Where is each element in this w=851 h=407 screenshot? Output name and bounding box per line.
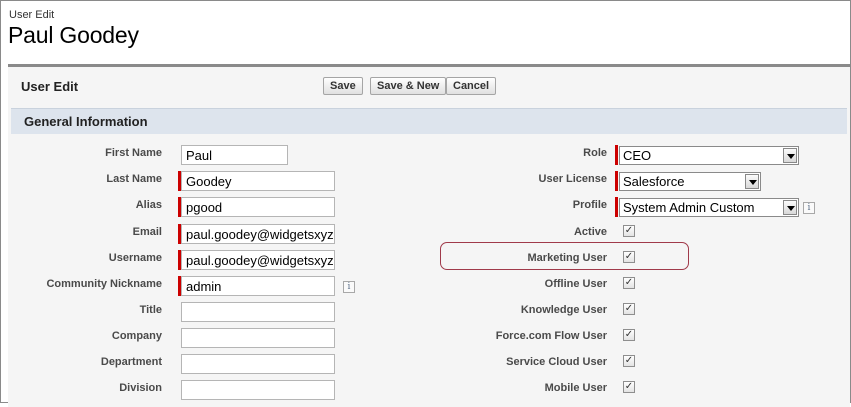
last-name-label: Last Name — [106, 173, 162, 185]
alias-label: Alias — [135, 199, 162, 211]
marketing-user-label: Marketing User — [527, 252, 607, 264]
knowledge-user-checkbox[interactable]: ✓ — [623, 303, 635, 315]
role-label: Role — [583, 147, 607, 159]
service-cloud-user-label: Service Cloud User — [506, 356, 607, 368]
department-field[interactable] — [181, 354, 335, 374]
community-nickname-label: Community Nickname — [46, 278, 162, 290]
page-title: Paul Goodey — [8, 22, 139, 48]
role-select[interactable]: CEO — [619, 146, 799, 165]
offline-user-checkbox[interactable]: ✓ — [623, 277, 635, 289]
alias-field[interactable]: pgood — [181, 197, 335, 217]
first-name-field[interactable]: Paul — [181, 145, 288, 165]
info-icon[interactable]: i — [343, 281, 355, 293]
mobile-user-label: Mobile User — [544, 382, 607, 394]
active-label: Active — [573, 226, 607, 238]
last-name-field[interactable]: Goodey — [181, 171, 335, 191]
offline-user-label: Offline User — [544, 278, 607, 290]
role-value: CEO — [623, 148, 652, 163]
user-license-select[interactable]: Salesforce — [619, 172, 761, 191]
email-label: Email — [132, 226, 162, 238]
user-license-label: User License — [538, 173, 607, 185]
username-field[interactable]: paul.goodey@widgetsxyz — [181, 250, 335, 270]
block-title: User Edit — [21, 79, 79, 94]
marketing-user-checkbox[interactable]: ✓ — [623, 251, 635, 263]
knowledge-user-label: Knowledge User — [520, 304, 607, 316]
username-label: Username — [108, 252, 162, 264]
mobile-user-checkbox[interactable]: ✓ — [623, 381, 635, 393]
department-label: Department — [100, 356, 162, 368]
info-icon[interactable]: i — [803, 202, 815, 214]
community-nickname-field[interactable]: admin — [181, 276, 335, 296]
breadcrumb: User Edit — [9, 9, 55, 21]
division-label: Division — [119, 382, 162, 394]
user-license-value: Salesforce — [623, 174, 685, 189]
division-field[interactable] — [181, 380, 335, 400]
section-header: General Information — [11, 108, 847, 134]
save-new-button[interactable]: Save & New — [370, 77, 447, 95]
chevron-down-icon — [745, 174, 759, 189]
profile-select[interactable]: System Admin Custom — [619, 198, 799, 217]
first-name-label: First Name — [105, 147, 162, 159]
company-label: Company — [111, 330, 162, 342]
profile-value: System Admin Custom — [623, 200, 755, 215]
flow-user-label: Force.com Flow User — [495, 330, 607, 342]
user-edit-block: User Edit Save Save & New Cancel General… — [8, 64, 850, 407]
active-checkbox[interactable]: ✓ — [623, 225, 635, 237]
block-header: User Edit Save Save & New Cancel — [8, 67, 850, 103]
company-field[interactable] — [181, 328, 335, 348]
section-title: General Information — [24, 114, 148, 129]
required-marker — [615, 197, 618, 217]
required-marker — [615, 171, 618, 191]
title-field[interactable] — [181, 302, 335, 322]
service-cloud-user-checkbox[interactable]: ✓ — [623, 355, 635, 367]
chevron-down-icon — [783, 200, 797, 215]
profile-label: Profile — [572, 199, 607, 211]
title-label: Title — [139, 304, 162, 316]
chevron-down-icon — [783, 148, 797, 163]
cancel-button[interactable]: Cancel — [446, 77, 497, 95]
required-marker — [615, 145, 618, 165]
flow-user-checkbox[interactable]: ✓ — [623, 329, 635, 341]
save-button[interactable]: Save — [323, 77, 363, 95]
email-field[interactable]: paul.goodey@widgetsxyz — [181, 224, 335, 244]
